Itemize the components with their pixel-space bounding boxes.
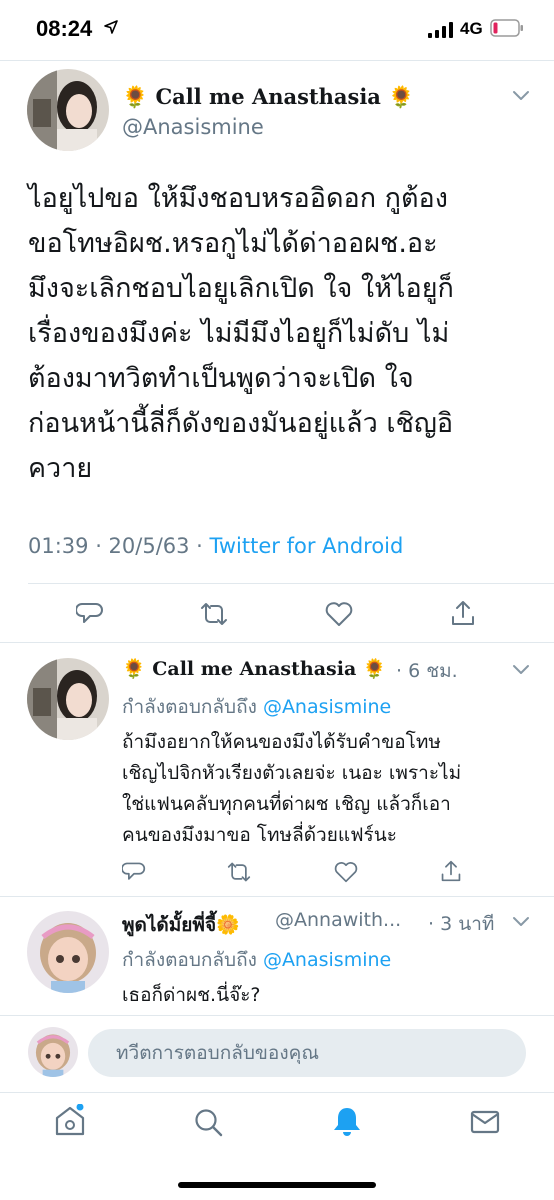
chevron-down-icon[interactable] (512, 916, 530, 928)
retweet-icon[interactable] (199, 600, 229, 628)
status-bar: 08:24 4G (0, 0, 554, 60)
tweet-text-line: เรื่องของมึงค่ะ ไม่มีมึงไอยูก็ไม่ดับ ไม่ (28, 318, 450, 349)
share-icon[interactable] (450, 599, 476, 627)
avatar[interactable] (27, 658, 109, 740)
reply-icon[interactable] (76, 600, 104, 628)
retweet-icon[interactable] (226, 860, 252, 884)
reply-text-line: ใช่แฟนคลับทุกคนที่ด่าผช เชิญ แล้วก็เอา (122, 793, 451, 815)
notification-dot (76, 1104, 84, 1111)
chevron-down-icon[interactable] (512, 664, 530, 676)
replying-to-label: กำลังตอบกลับถึง (122, 696, 263, 718)
avatar-image (28, 1027, 78, 1077)
reply-text-line: เชิญไปจิกหัวเรียงตัวเลยจ่ะ เนอะ เพราะไม่ (122, 762, 462, 784)
display-name[interactable]: พูดได้มั้ยพี่จี้🌼 (122, 910, 240, 940)
reply-text-line: เธอก็ด่าผช.นี่จ๊ะ? (122, 984, 261, 1006)
replying-to-label: กำลังตอบกลับถึง (122, 949, 263, 971)
divider (28, 583, 554, 584)
tweet-meta: 01:39 · 20/5/63 · Twitter for Android (28, 534, 403, 558)
home-icon[interactable] (54, 1104, 86, 1138)
mention-link[interactable]: @Anasismine (263, 696, 391, 718)
reply-text-line: ถ้ามึงอยากให้คนของมึงได้รับคำขอโทษ (122, 731, 441, 753)
reply-time: · 3 นาที (428, 913, 495, 935)
handle[interactable]: @Anasismine (122, 115, 264, 139)
avatar-image (27, 69, 109, 151)
messages-icon[interactable] (470, 1110, 500, 1134)
reply-text-line: คนของมึงมาขอ โทษลี่ด้วยแฟร์นะ (122, 824, 397, 846)
signal-icon (428, 22, 453, 38)
status-time: 08:24 (36, 16, 93, 41)
tweet-timestamp: 01:39 · 20/5/63 · (28, 534, 210, 558)
tweet-text-line: ขอโทษอิผช.หรอกูไม่ได้ด่าออผช.อะ (28, 228, 438, 259)
tweet-text-line: ควาย (28, 453, 93, 484)
divider (0, 60, 554, 61)
notifications-icon[interactable] (332, 1106, 362, 1138)
replying-to: กำลังตอบกลับถึง @Anasismine (122, 692, 391, 722)
divider (0, 642, 554, 643)
tweet-text-line: มึงจะเลิกชอบไอยูเลิกเปิด ใจ ให้ไอยูก็ (28, 273, 454, 304)
divider (0, 1015, 554, 1016)
reply-icon[interactable] (122, 860, 146, 884)
reply-text: เธอก็ด่าผช.นี่จ๊ะ? (122, 980, 261, 1011)
replying-to: กำลังตอบกลับถึง @Anasismine (122, 945, 391, 975)
tweet-text-line: ต้องมาทวิตทำเป็นพูดว่าจะเปิด ใจ (28, 363, 414, 394)
reply-compose-input[interactable]: ทวีตการตอบกลับของคุณ (88, 1029, 526, 1077)
reply-text: ถ้ามึงอยากให้คนของมึงได้รับคำขอโทษ เชิญไ… (122, 727, 461, 851)
network-type: 4G (460, 19, 483, 38)
tweet-source-link[interactable]: Twitter for Android (210, 534, 404, 558)
reply-time: · 6 ชม. (396, 660, 458, 682)
divider (0, 896, 554, 897)
mention-link[interactable]: @Anasismine (263, 949, 391, 971)
search-icon[interactable] (194, 1108, 224, 1138)
tweet-text: ไอยูไปขอ ให้มึงชอบหรออิดอก กูต้อง ขอโทษอ… (28, 176, 538, 491)
avatar-image (27, 658, 109, 740)
like-icon[interactable] (334, 861, 358, 883)
home-indicator (178, 1182, 376, 1188)
like-icon[interactable] (325, 601, 353, 627)
chevron-down-icon[interactable] (512, 90, 530, 102)
divider (0, 1092, 554, 1093)
battery-icon (490, 19, 523, 37)
display-name[interactable]: 🌻 Call me Anasthasia 🌻 (122, 84, 414, 110)
user-avatar[interactable] (28, 1027, 78, 1077)
tweet-text-line: ไอยูไปขอ ให้มึงชอบหรออิดอก กูต้อง (28, 183, 448, 214)
avatar[interactable] (27, 911, 109, 993)
handle[interactable]: @Annawith... (275, 909, 401, 931)
avatar[interactable] (27, 69, 109, 151)
display-name[interactable]: 🌻 Call me Anasthasia 🌻 (122, 657, 387, 680)
share-icon[interactable] (440, 859, 462, 883)
avatar-image (27, 911, 109, 993)
location-arrow-icon (104, 20, 118, 34)
tweet-text-line: ก่อนหน้านี้ลี่ก็ดังของมันอยู่แล้ว เชิญอิ (28, 408, 454, 439)
